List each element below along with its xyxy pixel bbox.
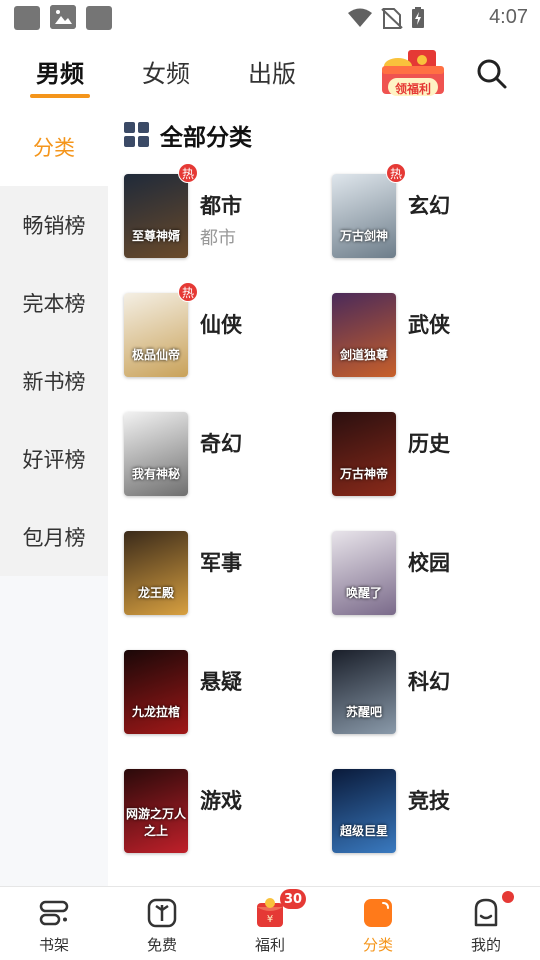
no-sim-icon	[381, 8, 403, 29]
category-item[interactable]: 剑道独尊 武侠	[332, 293, 532, 383]
app-notification-icon	[14, 6, 40, 30]
status-bar: 4:07	[0, 0, 540, 36]
free-book-icon	[147, 898, 177, 928]
hot-badge: 热	[178, 163, 198, 183]
category-name: 仙侠	[200, 313, 242, 337]
app-notification-icon	[86, 6, 112, 30]
cover-title: 苏醒吧	[345, 705, 382, 719]
nav-label: 福利	[254, 936, 285, 954]
cover-title: 我有神秘	[131, 467, 180, 481]
category-name: 都市	[200, 194, 242, 218]
nav-category[interactable]: 分类	[324, 887, 432, 960]
category-name: 竞技	[408, 789, 450, 813]
sidebar-item-completed[interactable]: 完本榜	[0, 264, 108, 342]
category-cover-image: 至尊神婿	[124, 174, 188, 258]
category-item[interactable]: 龙王殿 军事	[124, 531, 324, 621]
category-name: 奇幻	[200, 432, 242, 456]
nav-label: 免费	[146, 936, 177, 954]
category-name: 历史	[408, 432, 450, 456]
search-icon	[477, 59, 507, 89]
sidebar: 分类 畅销榜 完本榜 新书榜 好评榜 包月榜	[0, 108, 108, 886]
category-name: 军事	[200, 551, 242, 575]
category-cover-image: 超级巨星	[332, 769, 396, 853]
cover-title: 网游之万人之上	[125, 807, 186, 838]
nav-bookshelf[interactable]: 书架	[0, 887, 108, 960]
category-name: 悬疑	[200, 670, 242, 694]
active-tab-indicator	[30, 94, 90, 98]
sidebar-item-monthly[interactable]: 包月榜	[0, 498, 108, 576]
cover-title: 万古神帝	[339, 467, 388, 481]
svg-text:¥: ¥	[267, 914, 273, 925]
tab-male[interactable]: 男频	[36, 54, 84, 89]
section-title: 全部分类	[160, 125, 252, 151]
hot-badge: 热	[178, 282, 198, 302]
category-item[interactable]: 万古神帝 历史	[332, 412, 532, 502]
system-status-icons	[348, 7, 424, 29]
category-subtitle: 都市	[200, 228, 236, 249]
category-cover-image: 万古剑神	[332, 174, 396, 258]
nav-free[interactable]: 免费	[108, 887, 216, 960]
category-cover-image: 网游之万人之上	[124, 769, 188, 853]
category-item[interactable]: 我有神秘 奇幻	[124, 412, 324, 502]
grid-icon	[124, 122, 149, 147]
category-item[interactable]: 万古剑神 热玄幻	[332, 163, 532, 264]
category-name: 校园	[408, 551, 450, 575]
hot-badge: 热	[386, 163, 406, 183]
battery-icon	[412, 7, 424, 28]
category-cover-image: 九龙拉棺	[124, 650, 188, 734]
search-button[interactable]	[474, 56, 510, 92]
cover-title: 唤醒了	[345, 586, 382, 600]
wifi-icon	[348, 8, 372, 27]
nav-welfare[interactable]: ¥ 30 福利	[216, 887, 324, 960]
tab-female[interactable]: 女频	[142, 54, 190, 89]
category-cover-image: 万古神帝	[332, 412, 396, 496]
image-notification-icon	[50, 5, 76, 29]
cover-title: 九龙拉棺	[131, 705, 180, 719]
bottom-nav: 书架 免费 ¥ 30 福利 分类 我的	[0, 886, 540, 960]
nav-profile[interactable]: 我的	[432, 887, 540, 960]
nav-label: 分类	[362, 936, 393, 954]
top-tab-bar: 男频 女频 出版 领福利	[0, 44, 540, 104]
category-name: 游戏	[200, 789, 242, 813]
category-name: 科幻	[408, 670, 450, 694]
welfare-gift-button[interactable]: 领福利	[378, 48, 448, 102]
category-item[interactable]: 网游之万人之上 游戏	[124, 769, 324, 859]
status-time: 4:07	[489, 6, 528, 28]
category-cover-image: 龙王殿	[124, 531, 188, 615]
category-cover-image: 苏醒吧	[332, 650, 396, 734]
sidebar-item-top-rated[interactable]: 好评榜	[0, 420, 108, 498]
category-name: 玄幻	[408, 194, 450, 218]
category-cover-image: 极品仙帝	[124, 293, 188, 377]
category-item[interactable]: 超级巨星 竞技	[332, 769, 532, 859]
cover-title: 龙王殿	[137, 586, 174, 600]
gift-label: 领福利	[394, 82, 431, 96]
sidebar-item-bestseller[interactable]: 畅销榜	[0, 186, 108, 264]
category-item[interactable]: 唤醒了 校园	[332, 531, 532, 621]
profile-notification-dot	[502, 891, 514, 903]
section-header: 全部分类	[124, 118, 252, 152]
category-icon	[364, 899, 392, 927]
category-item[interactable]: 极品仙帝 热仙侠	[124, 282, 324, 383]
category-item[interactable]: 至尊神婿热都市 都市	[124, 163, 324, 264]
category-item[interactable]: 九龙拉棺 悬疑	[124, 650, 324, 740]
category-name: 武侠	[408, 313, 450, 337]
category-cover-image: 剑道独尊	[332, 293, 396, 377]
cover-title: 剑道独尊	[339, 348, 388, 362]
tab-publish[interactable]: 出版	[248, 54, 296, 89]
bookshelf-icon	[39, 900, 69, 926]
welfare-count-badge: 30	[280, 889, 307, 909]
category-cover-image: 唤醒了	[332, 531, 396, 615]
cover-title: 极品仙帝	[131, 348, 180, 362]
cover-title: 超级巨星	[339, 824, 388, 838]
profile-icon	[474, 898, 498, 927]
category-item[interactable]: 苏醒吧 科幻	[332, 650, 532, 740]
category-cover-image: 我有神秘	[124, 412, 188, 496]
cover-title: 万古剑神	[339, 229, 388, 243]
nav-label: 书架	[38, 936, 69, 954]
sidebar-item-new-books[interactable]: 新书榜	[0, 342, 108, 420]
sidebar-item-category[interactable]: 分类	[0, 108, 108, 186]
cover-title: 至尊神婿	[131, 229, 180, 243]
nav-label: 我的	[470, 936, 501, 954]
